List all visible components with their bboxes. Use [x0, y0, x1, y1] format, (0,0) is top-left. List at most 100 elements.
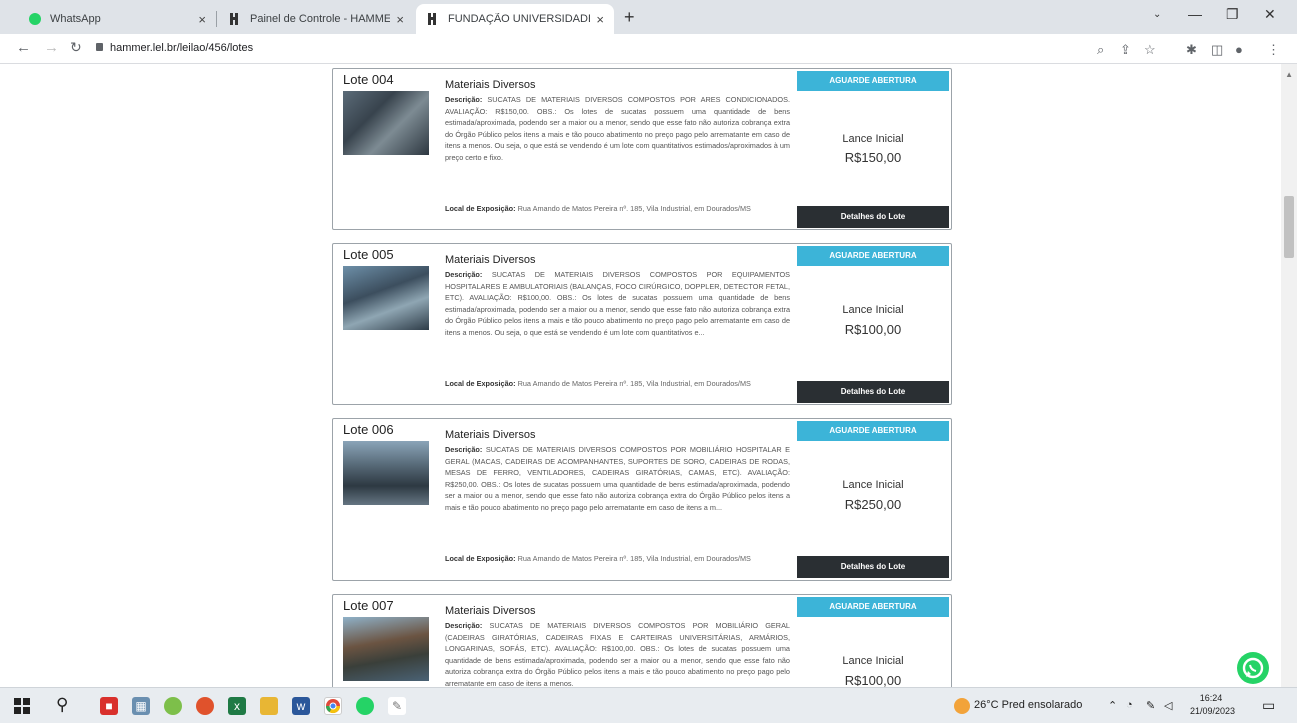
taskbar: ⚲ ■ ▦ x w ✎ 26°C Pred ensolarado ⌃ ◔ ✎ ◁…	[0, 687, 1297, 723]
local-label: Local de Exposição:	[445, 204, 516, 213]
lock-icon	[96, 43, 103, 51]
lote-description: Descrição: SUCATAS DE MATERIAIS DIVERSOS…	[445, 269, 790, 338]
profile-icon[interactable]: ●	[1235, 42, 1243, 57]
scroll-thumb[interactable]	[1284, 196, 1294, 258]
pen-icon[interactable]: ✎	[1146, 699, 1155, 712]
local-exposicao: Local de Exposição: Rua Amando de Matos …	[445, 553, 790, 565]
share-icon[interactable]: ⇪	[1120, 42, 1131, 58]
zoom-icon[interactable]: ⌕	[1097, 42, 1104, 58]
item-name: Materiais Diversos	[445, 429, 536, 441]
status-badge: AGUARDE ABERTURA	[797, 597, 949, 617]
desc-text: SUCATAS DE MATERIAIS DIVERSOS COMPOSTOS …	[445, 95, 790, 162]
close-window-icon[interactable]: ✕	[1264, 6, 1276, 23]
browser-toolbar: ← → ↻ hammer.lel.br/leilao/456/lotes ⌕ ⇪…	[0, 34, 1297, 64]
lote-title: Lote 005	[343, 247, 394, 262]
close-icon[interactable]: ×	[596, 12, 604, 27]
app-green-icon[interactable]	[164, 697, 182, 715]
sidepanel-icon[interactable]: ◫	[1211, 42, 1223, 58]
lote-card: Lote 006 Materiais Diversos Descrição: S…	[332, 418, 952, 581]
clock[interactable]: 16:24 21/09/2023	[1190, 692, 1236, 718]
page-scrollbar[interactable]	[1281, 64, 1297, 687]
lote-image[interactable]	[343, 91, 429, 155]
chrome-icon[interactable]	[324, 697, 342, 715]
tab-title: WhatsApp	[50, 13, 101, 25]
lote-title: Lote 004	[343, 72, 394, 87]
file-explorer-icon[interactable]	[260, 697, 278, 715]
whatsapp-icon[interactable]	[356, 697, 374, 715]
tab-title: Painel de Controle - HAMMER | C	[250, 13, 391, 25]
whatsapp-icon	[28, 12, 42, 26]
weather-text[interactable]: 26°C Pred ensolarado	[974, 699, 1082, 711]
lote-title: Lote 006	[343, 422, 394, 437]
tab-painel[interactable]: Painel de Controle - HAMMER | C ×	[218, 4, 414, 34]
lote-card: Lote 004 Materiais Diversos Descrição: S…	[332, 68, 952, 230]
desc-label: Descrição:	[445, 95, 483, 104]
tray-expand-icon[interactable]: ⌃	[1108, 699, 1117, 712]
extensions-icon[interactable]: ✱	[1186, 42, 1197, 58]
pen-app-icon[interactable]: ✎	[388, 697, 406, 715]
restore-icon[interactable]: ❐	[1226, 6, 1239, 23]
status-badge: AGUARDE ABERTURA	[797, 421, 949, 441]
lance-label: Lance Inicial	[842, 133, 904, 145]
tab-search-icon[interactable]: ⌄	[1153, 9, 1161, 20]
desc-text: SUCATAS DE MATERIAIS DIVERSOS COMPOSTOS …	[445, 270, 791, 337]
volume-icon[interactable]: ◁	[1164, 699, 1172, 712]
lote-image[interactable]	[343, 441, 429, 505]
local-text: Rua Amando de Matos Pereira nº. 185, Vil…	[517, 554, 751, 563]
back-icon[interactable]: ←	[16, 39, 31, 56]
tab-fundacao[interactable]: FUNDAÇÃO UNIVERSIDADE FEDE ×	[416, 4, 614, 34]
local-text: Rua Amando de Matos Pereira nº. 185, Vil…	[517, 379, 751, 388]
lote-title: Lote 007	[343, 598, 394, 613]
tab-whatsapp[interactable]: WhatsApp ×	[18, 4, 216, 34]
page-content: Lote 004 Materiais Diversos Descrição: S…	[0, 64, 1297, 687]
forward-icon[interactable]: →	[44, 39, 59, 56]
details-button[interactable]: Detalhes do Lote	[797, 381, 949, 403]
desc-label: Descrição:	[445, 621, 483, 630]
desc-text: SUCATAS DE MATERIAIS DIVERSOS COMPOSTOS …	[445, 621, 790, 687]
lance-value: R$100,00	[844, 322, 902, 337]
app-red-icon[interactable]: ■	[100, 697, 118, 715]
lote-image[interactable]	[343, 266, 429, 330]
details-button[interactable]: Detalhes do Lote	[797, 556, 949, 578]
hammer-icon	[426, 12, 440, 26]
minimize-icon[interactable]: —	[1188, 6, 1202, 22]
lote-image[interactable]	[343, 617, 429, 681]
local-exposicao: Local de Exposição: Rua Amando de Matos …	[445, 378, 790, 390]
whatsapp-chat-button[interactable]	[1237, 652, 1269, 684]
lote-card: Lote 007 Materiais Diversos Descrição: S…	[332, 594, 952, 687]
firefox-icon[interactable]	[196, 697, 214, 715]
lote-card: Lote 005 Materiais Diversos Descrição: S…	[332, 243, 952, 405]
desc-text: SUCATAS DE MATERIAIS DIVERSOS COMPOSTOS …	[445, 445, 790, 512]
date: 21/09/2023	[1190, 706, 1236, 716]
search-icon[interactable]: ⚲	[56, 695, 68, 715]
close-icon[interactable]: ×	[396, 12, 404, 27]
weather-icon[interactable]	[954, 698, 970, 714]
new-tab-button[interactable]: +	[624, 7, 635, 28]
lance-value: R$150,00	[844, 150, 902, 165]
app-widgets-icon[interactable]: ▦	[132, 697, 150, 715]
reload-icon[interactable]: ↻	[70, 39, 82, 56]
details-button[interactable]: Detalhes do Lote	[797, 206, 949, 228]
desc-label: Descrição:	[445, 445, 483, 454]
close-icon[interactable]: ×	[198, 12, 206, 27]
scroll-up-icon[interactable]: ▲	[1285, 70, 1293, 79]
word-icon[interactable]: w	[292, 697, 310, 715]
item-name: Materiais Diversos	[445, 254, 536, 266]
menu-icon[interactable]: ⋮	[1267, 42, 1280, 58]
time: 16:24	[1199, 693, 1223, 703]
address-input[interactable]: hammer.lel.br/leilao/456/lotes	[110, 42, 253, 54]
bookmark-star-icon[interactable]: ☆	[1144, 42, 1156, 58]
local-text: Rua Amando de Matos Pereira nº. 185, Vil…	[517, 204, 751, 213]
lance-value: R$100,00	[844, 673, 902, 687]
local-label: Local de Exposição:	[445, 554, 516, 563]
item-name: Materiais Diversos	[445, 79, 536, 91]
local-exposicao: Local de Exposição: Rua Amando de Matos …	[445, 203, 790, 215]
status-badge: AGUARDE ABERTURA	[797, 71, 949, 91]
network-icon[interactable]: ◔	[1126, 699, 1133, 711]
item-name: Materiais Diversos	[445, 605, 536, 617]
windows-start-icon[interactable]	[14, 698, 30, 714]
excel-icon[interactable]: x	[228, 697, 246, 715]
notifications-icon[interactable]: ▭	[1262, 697, 1275, 714]
tab-strip: WhatsApp × Painel de Controle - HAMMER |…	[0, 0, 1297, 34]
lote-description: Descrição: SUCATAS DE MATERIAIS DIVERSOS…	[445, 620, 790, 687]
